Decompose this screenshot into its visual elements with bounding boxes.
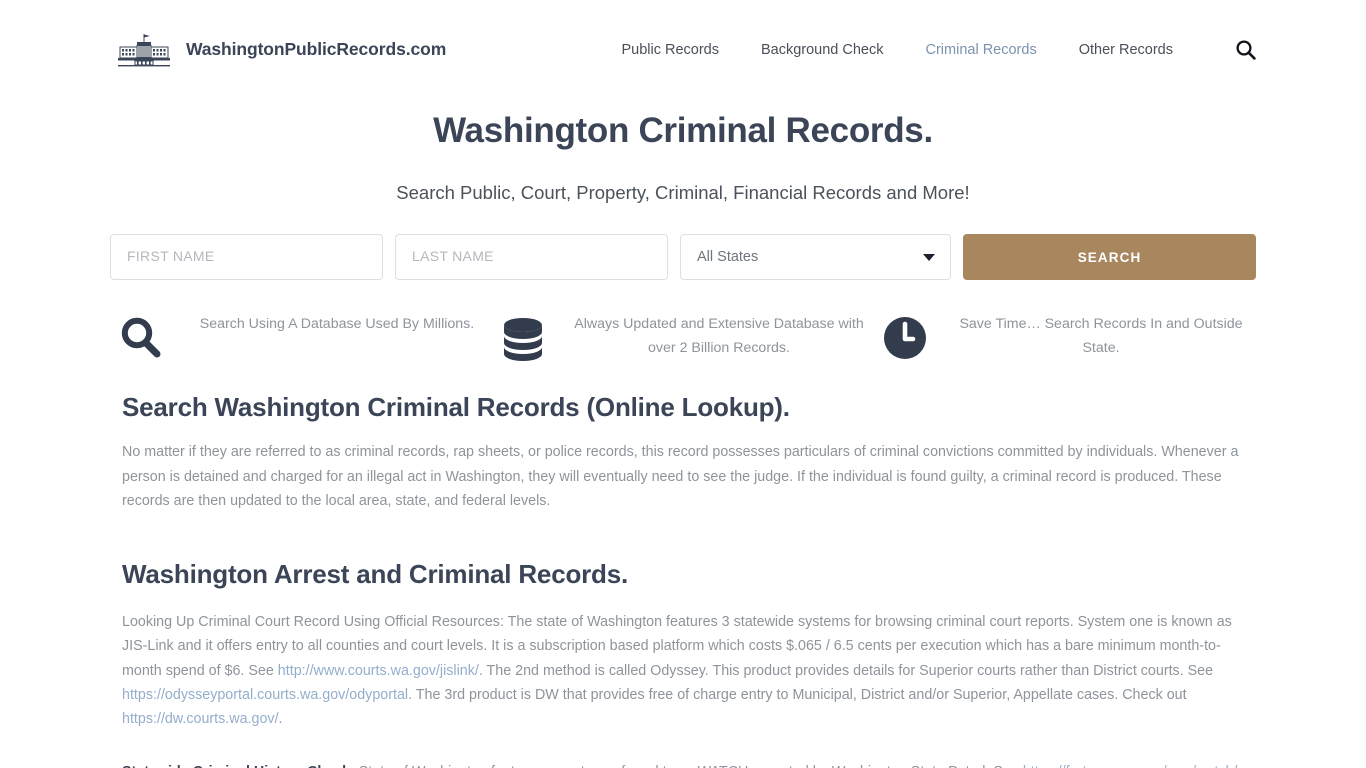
link-odysseyportal[interactable]: https://odysseyportal.courts.wa.gov/odyp… [122,687,408,703]
section-paragraph-arrest-records: Looking Up Criminal Court Record Using O… [122,610,1244,731]
site-logo-link[interactable]: WashingtonPublicRecords.com [110,33,446,67]
feature-item-search: Search Using A Database Used By Millions… [110,312,492,364]
nav-item-public-records[interactable]: Public Records [621,42,719,58]
clock-icon [874,312,936,362]
site-header: WashingtonPublicRecords.com Public Recor… [0,0,1366,99]
feature-text-search: Search Using A Database Used By Millions… [199,316,475,333]
link-dw-courts[interactable]: https://dw.courts.wa.gov/ [122,711,279,727]
nav-item-background-check[interactable]: Background Check [761,42,884,58]
search-icon[interactable] [1235,39,1256,60]
paragraph-text-part-3: . The 3rd product is DW that provides fr… [408,687,1187,704]
last-name-input[interactable] [395,234,668,281]
main-navigation: Public Records Background Check Criminal… [621,39,1256,60]
magnifier-icon [110,312,172,362]
article-content: Search Washington Criminal Records (Onli… [122,392,1244,768]
section-heading-arrest-records: Washington Arrest and Criminal Records. [122,559,629,590]
link-wsp-watch[interactable]: https://fortress.wa.gov/wsp/watch/ [1023,764,1238,768]
feature-highlights: Search Using A Database Used By Millions… [110,312,1256,364]
state-select-wrapper: All States [680,234,951,281]
nav-item-other-records[interactable]: Other Records [1079,42,1173,58]
site-brand-name: WashingtonPublicRecords.com [186,39,447,59]
database-icon [492,312,554,364]
hero-subtitle: Search Public, Court, Property, Criminal… [396,182,970,204]
hero-section: Washington Criminal Records. Search Publ… [0,99,1366,204]
state-select[interactable]: All States [680,234,951,281]
feature-item-clock: Save Time… Search Records In and Outside… [874,312,1256,364]
section-paragraph-statewide-check: Statewide Criminal History Check: State … [122,760,1244,768]
white-house-icon [110,33,178,67]
link-jislink[interactable]: http://www.courts.wa.gov/jislink/ [278,663,479,679]
record-search-form: All States SEARCH [110,234,1256,281]
feature-text-clock: Save Time… Search Records In and Outside… [959,316,1243,357]
nav-item-criminal-records[interactable]: Criminal Records [926,42,1037,58]
page-title: Washington Criminal Records. [433,111,933,150]
section-paragraph-online-lookup: No matter if they are referred to as cri… [122,444,1239,509]
feature-item-database: Always Updated and Extensive Database wi… [492,312,874,364]
search-submit-button[interactable]: SEARCH [963,234,1256,281]
page-root: WashingtonPublicRecords.com Public Recor… [0,0,1366,768]
statewide-check-label: Statewide Criminal History Check: [122,764,355,768]
first-name-input[interactable] [110,234,383,281]
feature-text-database: Always Updated and Extensive Database wi… [574,316,864,357]
section-heading-online-lookup: Search Washington Criminal Records (Onli… [122,392,790,423]
paragraph-text-part-4: . [278,711,283,728]
paragraph-text-part-2: . The 2nd method is called Odyssey. This… [478,662,1214,679]
statewide-check-text: State of Washington features a custom re… [355,764,1023,768]
